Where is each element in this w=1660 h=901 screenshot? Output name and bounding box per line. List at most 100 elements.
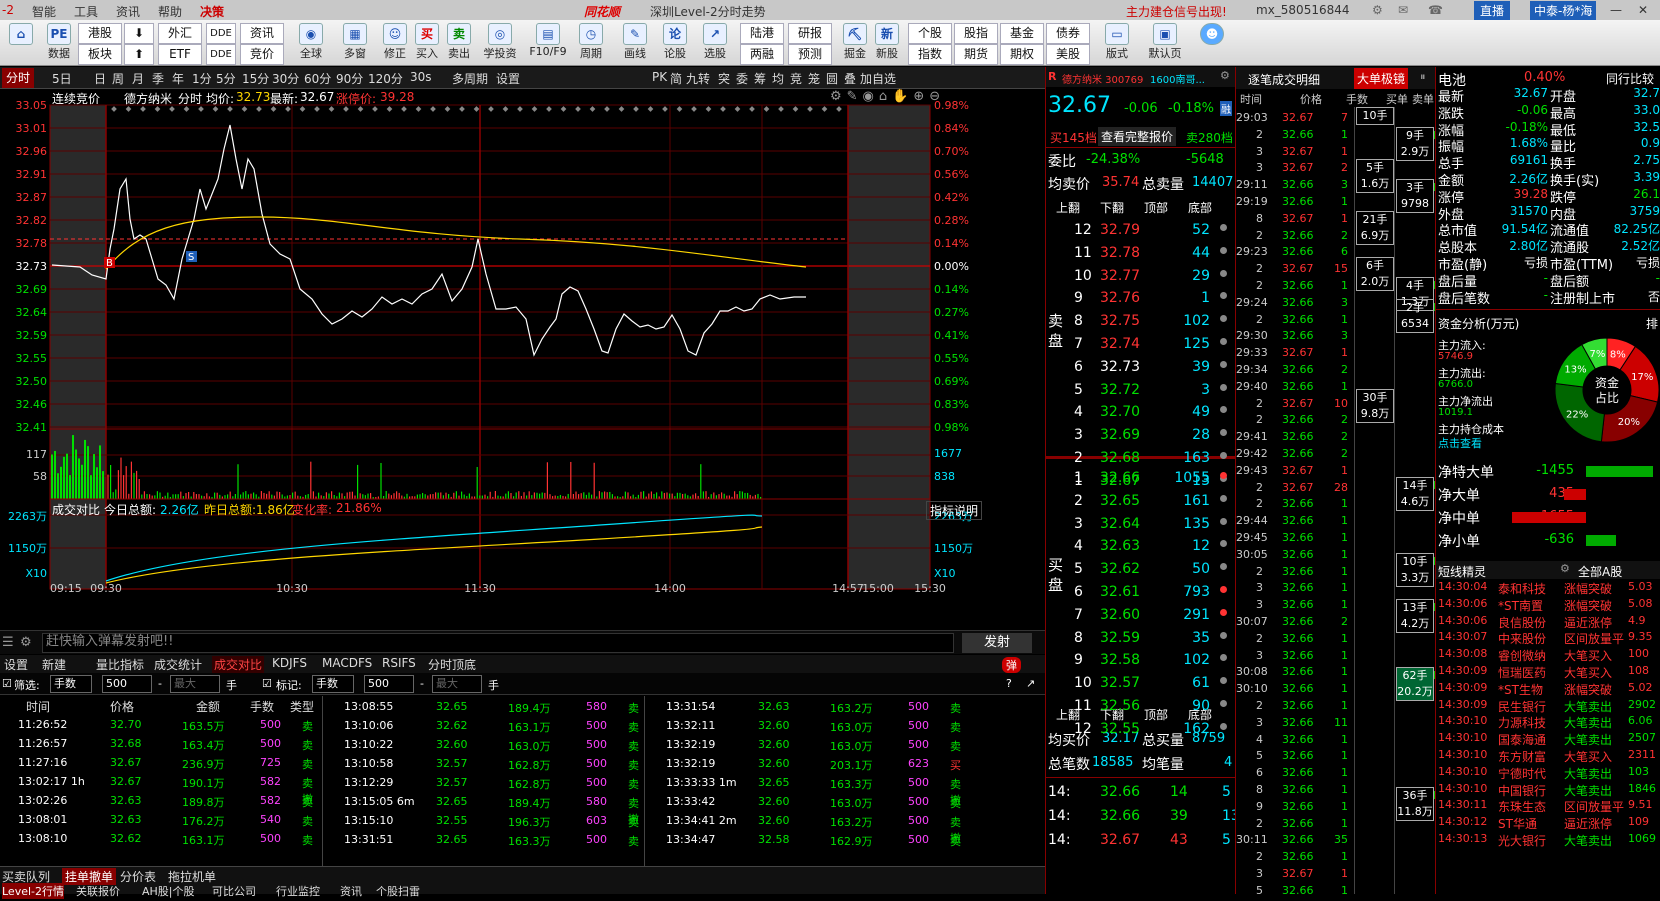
event-marker[interactable]: [198, 106, 204, 112]
trade-row[interactable]: 13:31:51 32.65 163.3万 500 卖: [326, 831, 646, 850]
peer-compare-button[interactable]: 同行比较: [1606, 70, 1654, 87]
toolbar-button-period[interactable]: ◷ 周期: [572, 22, 610, 64]
orderbook-nav-button[interactable]: 上翻: [1056, 199, 1080, 216]
event-marker[interactable]: [314, 106, 320, 112]
chart-option-tab[interactable]: 九转: [686, 70, 710, 87]
chart-option-tab[interactable]: 简: [670, 70, 682, 87]
ask-level-row[interactable]: 10 32.77 29: [1046, 265, 1236, 288]
mark-min-input[interactable]: 500: [364, 675, 414, 693]
event-marker[interactable]: [401, 106, 407, 112]
event-marker[interactable]: [444, 106, 451, 112]
chart-option-tab[interactable]: PK: [652, 70, 667, 84]
tick-row[interactable]: 14: 32.67 43 5: [1046, 829, 1236, 852]
toolbar-stock-button[interactable]: 个股: [908, 23, 952, 44]
event-marker[interactable]: [546, 106, 552, 112]
event-marker[interactable]: [270, 106, 277, 112]
event-marker[interactable]: [807, 106, 813, 112]
event-marker[interactable]: [792, 106, 799, 112]
trade-row[interactable]: 13:10:22 32.60 163.0万 500 卖: [326, 736, 646, 755]
trade-row[interactable]: 13:33:33 1m 32.65 163.3万 500 卖撤: [648, 774, 968, 807]
toolbar-futures-button[interactable]: 期货: [954, 44, 998, 65]
bottom-tab[interactable]: 关联报价: [76, 883, 120, 899]
assistant-button[interactable]: ☻: [1192, 22, 1232, 64]
minimize-icon[interactable]: —: [1610, 3, 1622, 17]
ask-level-row[interactable]: 9 32.76 1: [1046, 287, 1236, 310]
bid-level-row[interactable]: 6 32.61 793: [1046, 581, 1236, 604]
detail-col-header[interactable]: 手数: [1346, 91, 1368, 107]
period-tab[interactable]: 日: [94, 70, 106, 87]
chart-option-tab[interactable]: 圆: [826, 70, 838, 87]
danmaku-input[interactable]: 赶快输入弹幕发射吧!!: [42, 633, 954, 653]
indicator-help-button[interactable]: 指标说明: [926, 501, 983, 520]
trade-col-header[interactable]: 金额: [196, 698, 220, 715]
event-marker[interactable]: [821, 106, 828, 112]
trade-row[interactable]: 13:08:10 32.62 163.1万 500 卖: [0, 830, 320, 849]
big-order-box[interactable]: 5手 1.6万: [1356, 159, 1394, 193]
toolbar-sector-button[interactable]: 板块: [78, 44, 122, 65]
event-marker[interactable]: [778, 106, 784, 112]
trade-row[interactable]: 13:10:58 32.57 162.8万 500 卖: [326, 755, 646, 774]
ask-level-row[interactable]: 11 32.78 44: [1046, 242, 1236, 265]
trade-row[interactable]: 13:33:42 32.60 163.0万 500 卖: [648, 793, 968, 812]
gear-icon[interactable]: ⚙: [1372, 3, 1383, 17]
trade-col-header[interactable]: 类型: [290, 698, 314, 715]
bid-level-row[interactable]: 12 32.55 162: [1046, 718, 1236, 741]
bid-level-row[interactable]: 3 32.64 135: [1046, 513, 1236, 536]
ask-level-row[interactable]: 8 32.75 102: [1046, 310, 1236, 333]
toolbar-button-ipo[interactable]: 新新股: [868, 22, 906, 64]
event-marker[interactable]: [125, 106, 132, 112]
period-tab[interactable]: 90分: [336, 70, 363, 87]
menu-item[interactable]: 工具: [74, 3, 98, 20]
menu-item[interactable]: 资讯: [116, 3, 140, 20]
chart-option-tab[interactable]: 笼: [808, 70, 820, 87]
toolbar-button-multiwindow[interactable]: ▦ 多窗: [336, 22, 374, 64]
event-marker[interactable]: [575, 106, 581, 112]
bid-level-row[interactable]: 1 32.66 1055: [1046, 467, 1236, 490]
expand-icon[interactable]: ↗: [1026, 677, 1035, 690]
period-tab[interactable]: 30分: [272, 70, 299, 87]
trade-row[interactable]: 13:02:17 1h 32.67 190.1万 582 卖撤: [0, 773, 320, 806]
trade-row[interactable]: 13:08:01 32.63 176.2万 540 卖: [0, 811, 320, 830]
event-marker[interactable]: [502, 106, 509, 112]
bottom-tab[interactable]: Level-2行情: [2, 883, 65, 899]
toolbar-news-button[interactable]: 资讯: [240, 23, 284, 44]
toolbar-button-default[interactable]: ▣ 默认页: [1142, 22, 1188, 64]
event-marker[interactable]: [560, 106, 567, 112]
big-order-box[interactable]: 14手 4.6万: [1396, 477, 1434, 511]
toolbar-margin-button[interactable]: 两融: [740, 44, 784, 65]
toolbar-dde-label[interactable]: DDE: [206, 44, 236, 65]
detail-title[interactable]: 逐笔成交明细: [1248, 71, 1320, 88]
sprite-stock[interactable]: 国泰海通: [1498, 731, 1546, 748]
trade-row[interactable]: 11:26:52 32.70 163.5万 500 卖: [0, 716, 320, 735]
bid-level-row[interactable]: 5 32.62 50: [1046, 558, 1236, 581]
trade-row[interactable]: 13:34:47 32.58 162.9万 500 卖: [648, 831, 968, 850]
big-order-box[interactable]: 10手: [1356, 107, 1394, 125]
indicator-tab[interactable]: RSIFS: [380, 656, 418, 670]
bottom-tab[interactable]: 行业监控: [276, 883, 320, 899]
toolbar-button-layout[interactable]: ▭ 版式: [1098, 22, 1136, 64]
menu-item[interactable]: -2: [2, 3, 14, 17]
menu-item[interactable]: 智能: [32, 3, 56, 20]
event-marker[interactable]: [415, 106, 422, 112]
period-tab[interactable]: 30s: [410, 70, 432, 84]
big-order-box[interactable]: 30手 9.8万: [1356, 389, 1394, 423]
big-order-box[interactable]: 36手 11.8万: [1396, 787, 1434, 821]
screen-unit-select[interactable]: 手数: [50, 675, 92, 693]
ask-level-row[interactable]: 4 32.70 49: [1046, 401, 1236, 424]
chart-option-tab[interactable]: 筹: [754, 70, 766, 87]
event-marker[interactable]: [473, 106, 480, 112]
trade-row[interactable]: 13:32:19 32.60 203.1万 623 买: [648, 755, 968, 774]
event-marker[interactable]: [618, 106, 625, 112]
pause-icon[interactable]: ⏸: [1420, 70, 1426, 84]
period-tab[interactable]: 多周期: [452, 70, 488, 87]
sprite-stock[interactable]: 宁德时代: [1498, 765, 1546, 782]
sprite-stock[interactable]: 泰和科技: [1498, 580, 1546, 597]
toolbar-options-button[interactable]: 期权: [1000, 44, 1044, 65]
indicator-tab[interactable]: 成交统计: [152, 656, 204, 673]
period-tab[interactable]: 1分: [192, 70, 212, 87]
tick-row[interactable]: 14: 32.66 39 13: [1046, 805, 1240, 828]
bid-level-row[interactable]: 9 32.58 102: [1046, 649, 1236, 672]
event-marker[interactable]: [763, 106, 770, 112]
period-tab[interactable]: 5日: [52, 70, 72, 87]
event-marker[interactable]: [241, 106, 248, 112]
